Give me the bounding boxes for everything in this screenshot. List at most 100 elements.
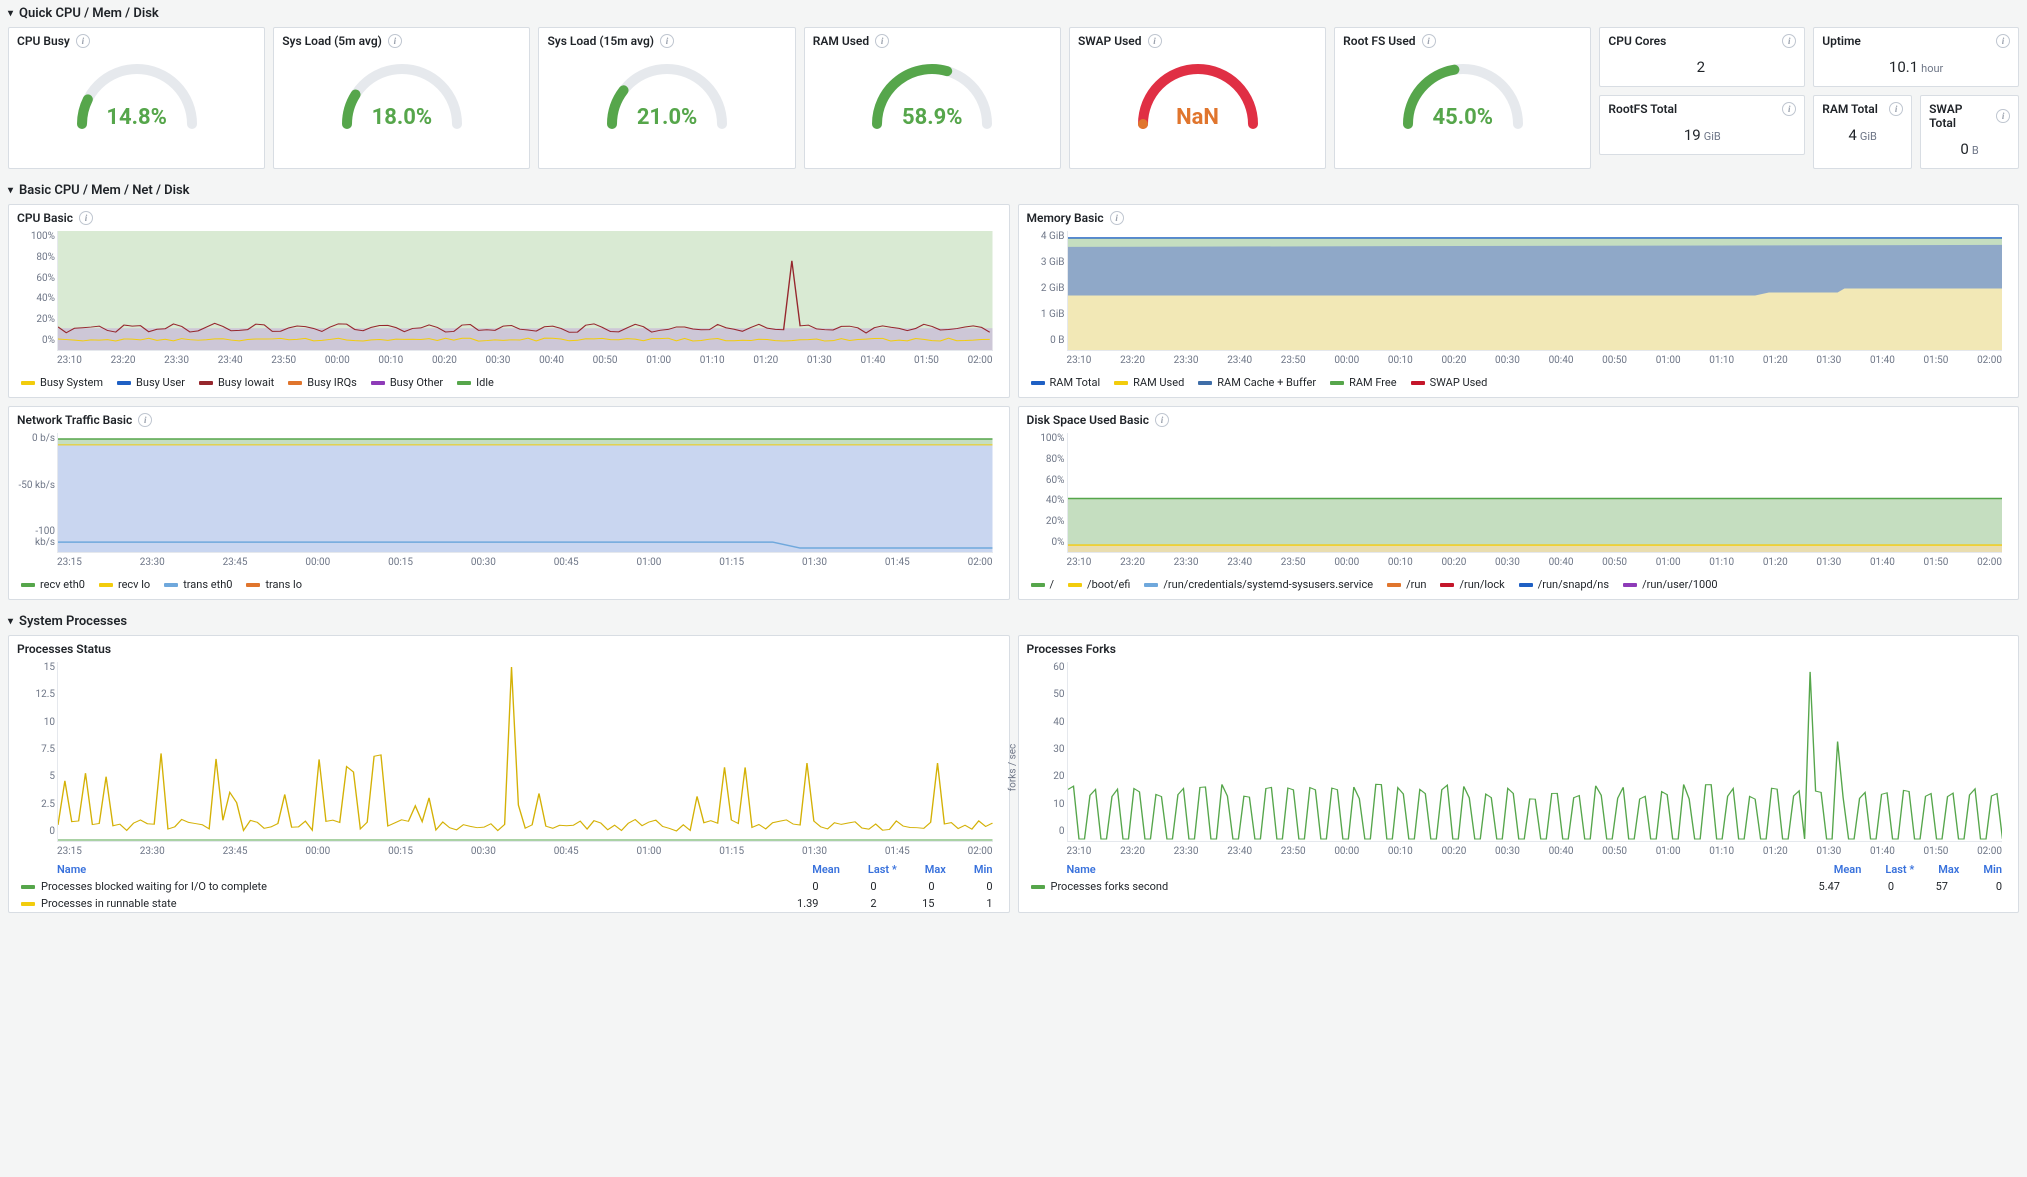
col-header[interactable]: Mean [812,863,840,876]
y-tick: 0% [1025,537,1065,548]
col-header[interactable]: Max [925,863,946,876]
legend-label: /run [1406,578,1426,591]
col-name[interactable]: Name [57,863,86,876]
x-tick: 01:20 [753,355,778,366]
legend-swatch [164,583,178,587]
legend-item[interactable]: /run/user/1000 [1623,578,1718,591]
legend-item[interactable]: RAM Total [1031,376,1101,389]
y-tick: 20% [1025,516,1065,527]
y-tick: 0 [15,826,55,837]
legend-item[interactable]: trans lo [246,578,302,591]
col-header[interactable]: Min [1983,863,2002,876]
legend-item[interactable]: RAM Cache + Buffer [1198,376,1316,389]
gauge-cpu-busy[interactable]: CPU Busyi14.8% [8,27,265,169]
network-basic-plot [57,433,993,553]
panel-processes-status[interactable]: Processes Status counter 1512.5107.552.5… [8,635,1010,913]
stat-value: 19 [1684,126,1701,144]
panel-title: CPU Busy [17,34,70,48]
row-title: Basic CPU / Mem / Net / Disk [19,183,190,198]
stat-swap-total[interactable]: SWAP Totali 0B [1920,95,2019,169]
col-header[interactable]: Last * [1885,863,1914,876]
legend-item[interactable]: Busy User [117,376,185,389]
row-title: Quick CPU / Mem / Disk [19,6,159,21]
legend-item[interactable]: recv eth0 [21,578,85,591]
stat-value: 4 [1848,126,1856,144]
x-tick: 02:00 [968,846,993,857]
col-header[interactable]: Min [974,863,993,876]
legend-item[interactable]: Busy System [21,376,103,389]
legend-swatch [1623,583,1637,587]
col-header[interactable]: Mean [1834,863,1862,876]
legend-item[interactable]: Busy IRQs [288,376,357,389]
legend-item[interactable]: /run/snapd/ns [1519,578,1609,591]
panel-title: Disk Space Used Basic [1027,413,1150,427]
legend-swatch [1031,583,1045,587]
stat-unit: GiB [1860,130,1877,143]
legend-swatch [21,583,35,587]
legend-item[interactable]: Idle [457,376,494,389]
legend-item[interactable]: /run [1387,578,1426,591]
gauge-ram-used[interactable]: RAM Usedi58.9% [804,27,1061,169]
info-icon: i [1996,109,2010,123]
legend-item[interactable]: Busy Other [371,376,443,389]
legend-swatch [371,381,385,385]
cell: 0 [905,880,935,893]
y-tick: 80% [15,252,55,263]
basic-row: CPU Basici 100%80%60%40%20%0% 23:1023:20… [0,204,2027,608]
col-name[interactable]: Name [1067,863,1096,876]
table-row[interactable]: Processes blocked waiting for I/O to com… [9,878,1009,895]
panel-disk-basic[interactable]: Disk Space Used Basici 100%80%60%40%20%0… [1018,406,2020,600]
stat-unit: B [1972,144,1979,157]
legend-swatch [199,381,213,385]
panel-network-basic[interactable]: Network Traffic Basici 0 b/s-50 kb/s-100… [8,406,1010,600]
gauge-sys-load-15m-avg-[interactable]: Sys Load (15m avg)i21.0% [538,27,795,169]
row-toggle-procs[interactable]: ▾ System Processes [0,608,2027,635]
x-tick: 02:00 [1977,846,2002,857]
col-header[interactable]: Max [1938,863,1959,876]
y-tick: 20% [15,314,55,325]
legend-item[interactable]: SWAP Used [1411,376,1488,389]
cell: 0 [1972,880,2002,893]
table-row[interactable]: Processes forks second5.470570 [1019,878,2019,895]
cell: 1.39 [789,897,819,910]
panel-processes-forks[interactable]: Processes Forks forks / sec 605040302010… [1018,635,2020,913]
legend-item[interactable]: trans eth0 [164,578,232,591]
panel-memory-basic[interactable]: Memory Basici 4 GiB3 GiB2 GiB1 GiB0 B 23… [1018,204,2020,398]
legend-item[interactable]: /run/lock [1440,578,1504,591]
row-toggle-quick[interactable]: ▾ Quick CPU / Mem / Disk [0,0,2027,27]
legend-item[interactable]: recv lo [99,578,150,591]
procs-row: Processes Status counter 1512.5107.552.5… [0,635,2027,921]
gauge-arc: 18.0% [332,54,472,134]
legend-swatch [1114,381,1128,385]
y-tick: 20 [1025,771,1065,782]
panel-title: Memory Basic [1027,211,1104,225]
stat-ram-total[interactable]: RAM Totali 4GiB [1813,95,1912,169]
gauge-sys-load-5m-avg-[interactable]: Sys Load (5m avg)i18.0% [273,27,530,169]
legend-item[interactable]: /run/credentials/systemd-sysusers.servic… [1144,578,1373,591]
y-tick: 0 b/s [15,433,55,444]
gauge-root-fs-used[interactable]: Root FS Usedi45.0% [1334,27,1591,169]
x-tick: 01:20 [1763,846,1788,857]
col-header[interactable]: Last * [868,863,897,876]
x-tick: 01:50 [1924,557,1949,568]
x-tick: 23:50 [1281,355,1306,366]
legend-item[interactable]: RAM Free [1330,376,1397,389]
stat-rootfs-total[interactable]: RootFS Totali 19GiB [1599,95,1805,155]
legend-item[interactable]: / [1031,578,1055,591]
x-tick: 23:30 [140,557,165,568]
gauge-swap-used[interactable]: SWAP UsediNaN [1069,27,1326,169]
table-row[interactable]: Processes in runnable state1.392151 [9,895,1009,912]
x-tick: 01:20 [1763,557,1788,568]
x-tick: 01:10 [700,355,725,366]
legend-item[interactable]: /boot/efi [1068,578,1130,591]
stat-uptime[interactable]: Uptimei 10.1hour [1813,27,2019,87]
panel-cpu-basic[interactable]: CPU Basici 100%80%60%40%20%0% 23:1023:20… [8,204,1010,398]
cell: 0 [789,880,819,893]
x-tick: 00:45 [554,557,579,568]
legend-item[interactable]: RAM Used [1114,376,1184,389]
stat-cpu-cores[interactable]: CPU Coresi 2 [1599,27,1805,87]
processes-forks-plot [1067,662,2003,842]
row-toggle-basic[interactable]: ▾ Basic CPU / Mem / Net / Disk [0,177,2027,204]
x-tick: 00:00 [1334,355,1359,366]
legend-item[interactable]: Busy Iowait [199,376,274,389]
